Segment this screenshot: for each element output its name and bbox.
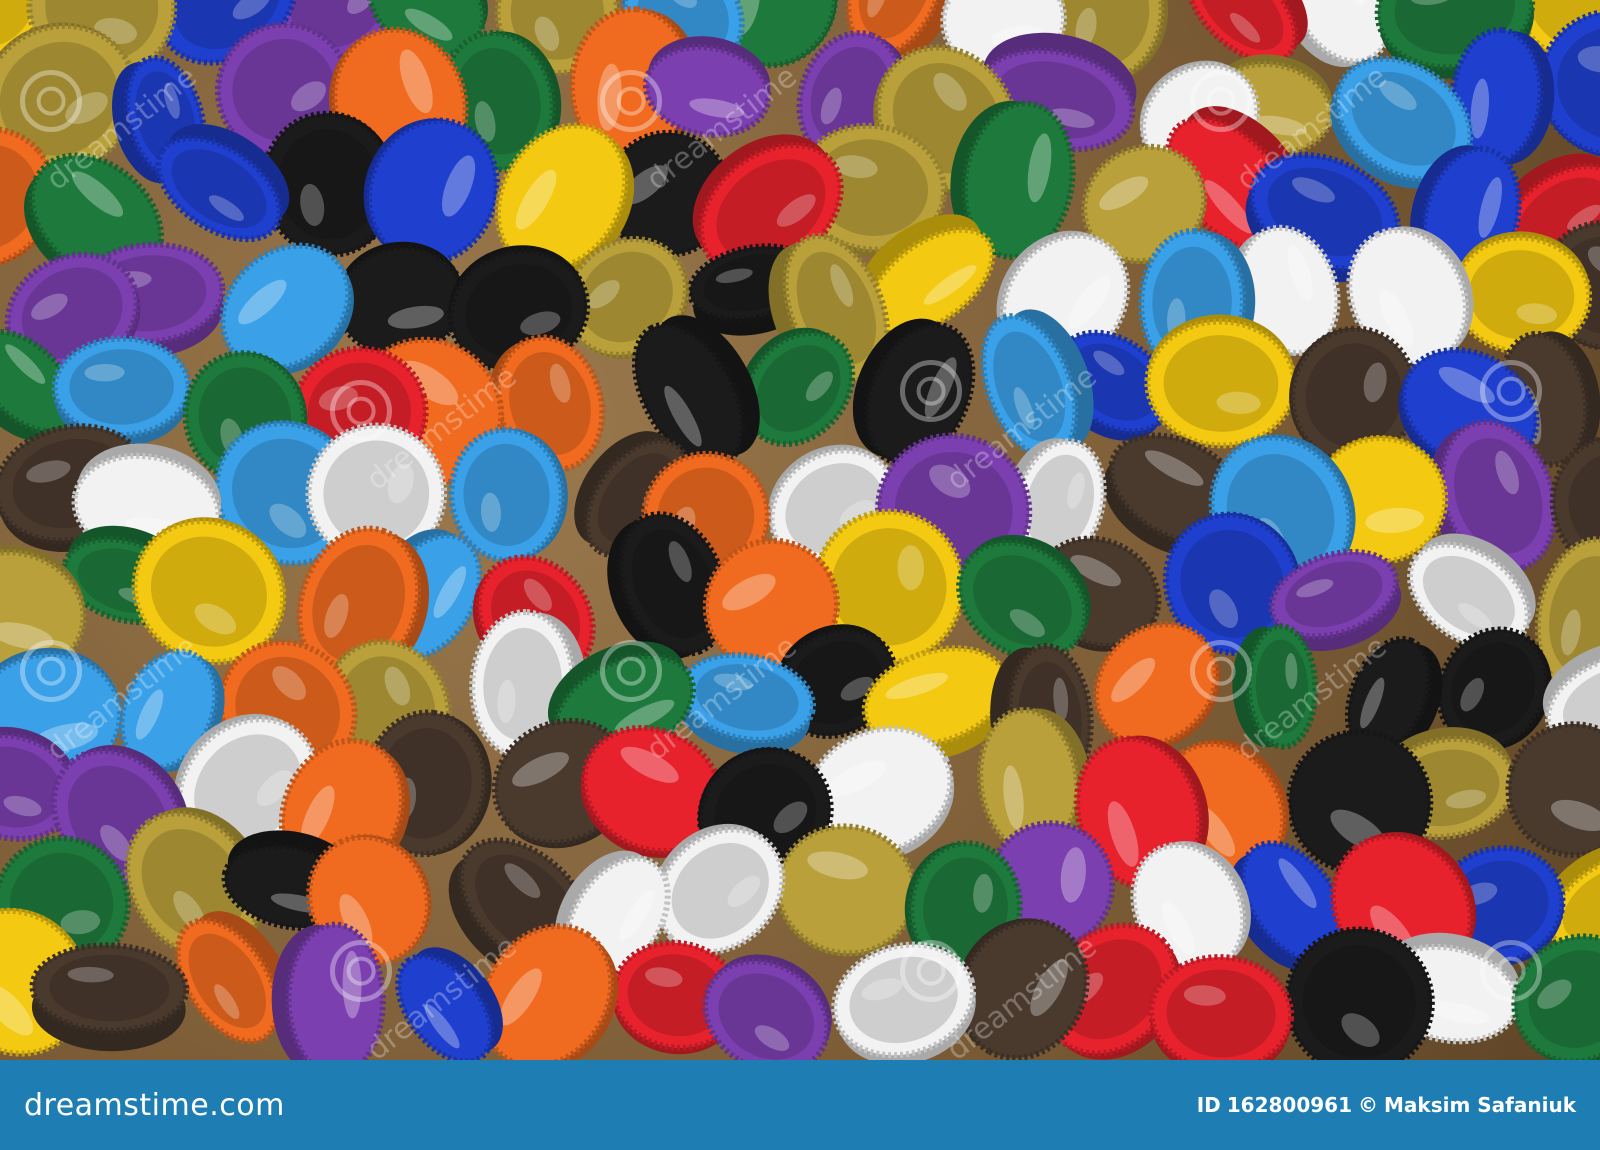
watermark-logo-icon	[20, 70, 82, 132]
bottle-caps-image	[0, 0, 1600, 1060]
watermark-logo-icon	[1480, 360, 1542, 422]
watermark-logo-icon	[1190, 70, 1252, 132]
id-label: ID	[1196, 1093, 1221, 1117]
watermark-logo-icon	[900, 940, 962, 1002]
dreamstime-logo[interactable]: dreamstime.com	[24, 1088, 285, 1123]
watermark-logo-icon	[900, 360, 962, 422]
credit-bar: dreamstime.com ID 162800961 © Maksim Saf…	[0, 1060, 1600, 1150]
stock-photo-page: dreamstime dreamstime dreamstime dreamstime…	[0, 0, 1600, 1150]
id-value: 162800961	[1226, 1093, 1352, 1117]
author-name: Maksim Safaniuk	[1384, 1093, 1576, 1117]
bottle-caps-photo: dreamstime dreamstime dreamstime dreamstime…	[0, 0, 1600, 1060]
watermark-logo-icon	[330, 380, 392, 442]
bottle-cap	[29, 942, 190, 1052]
photo-credit: ID 162800961 © Maksim Safaniuk	[1197, 1093, 1576, 1117]
copyright-symbol: ©	[1358, 1093, 1378, 1117]
watermark-logo-icon	[20, 640, 82, 702]
watermark-logo-icon	[600, 640, 662, 702]
watermark-logo-icon	[600, 70, 662, 132]
watermark-logo-icon	[330, 940, 392, 1002]
watermark-logo-icon	[1190, 640, 1252, 702]
watermark-logo-icon	[1480, 940, 1542, 1002]
